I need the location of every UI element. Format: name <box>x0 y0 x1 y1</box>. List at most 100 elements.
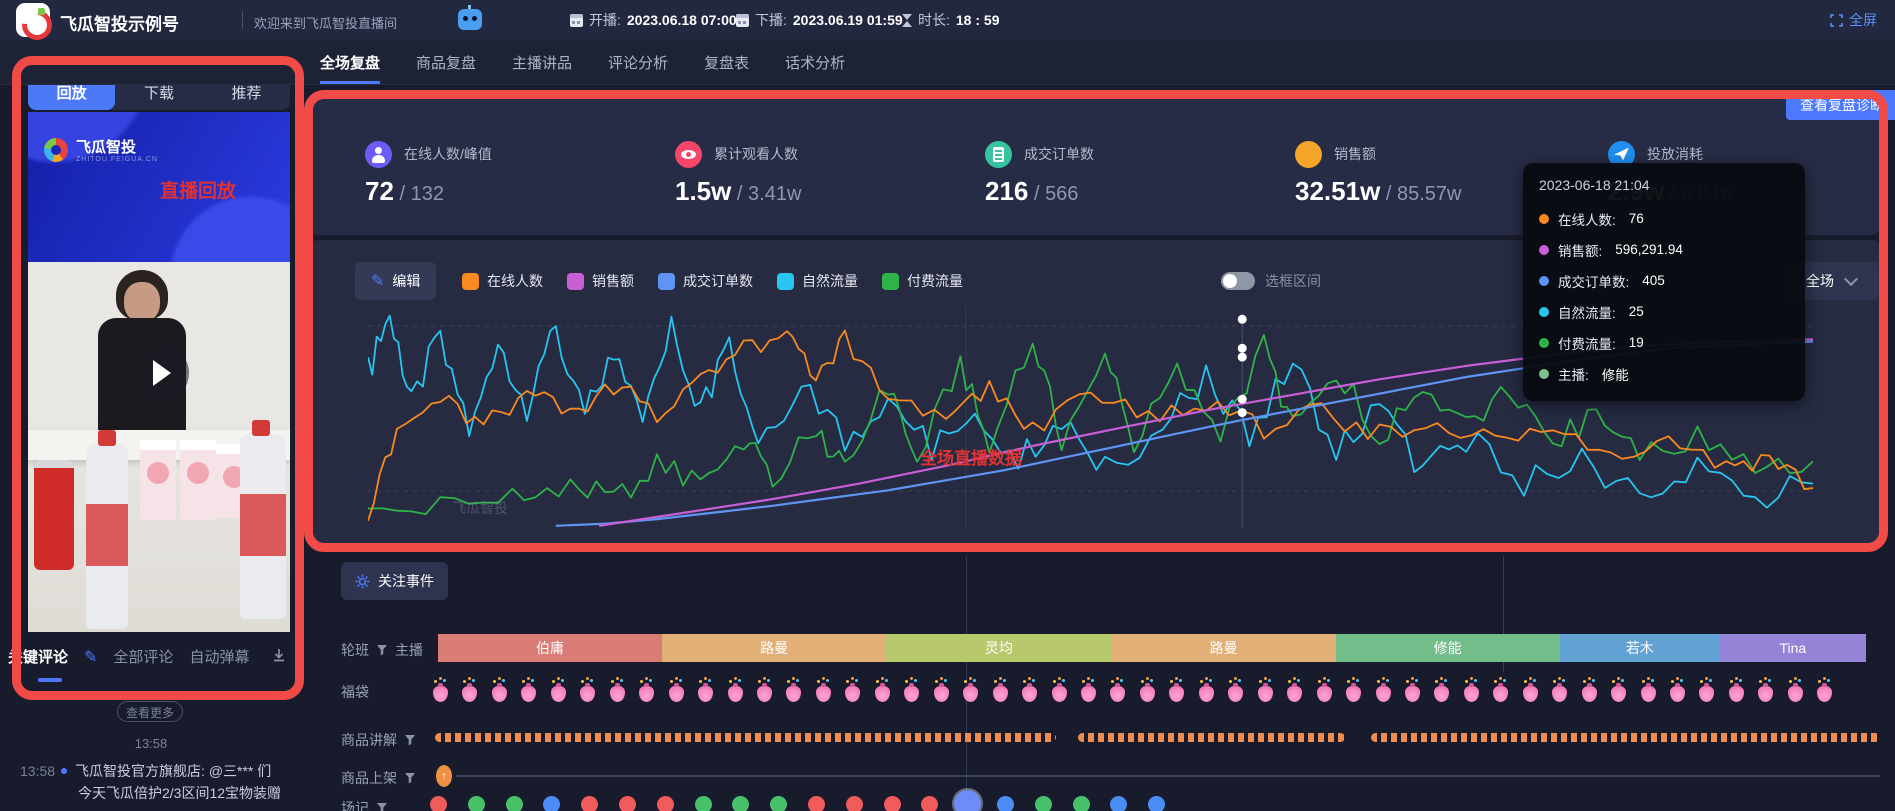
lucky-bag-icon[interactable] <box>1582 686 1597 702</box>
lucky-bag-icon[interactable] <box>1464 686 1479 702</box>
lucky-bag-icon[interactable] <box>1081 686 1096 702</box>
mark-dot[interactable] <box>468 796 485 811</box>
lucky-bag-icon[interactable] <box>580 686 595 702</box>
mark-dot[interactable] <box>884 796 901 811</box>
mark-dot[interactable] <box>430 796 447 811</box>
lucky-bag-icon[interactable] <box>1611 686 1626 702</box>
tab-复盘表[interactable]: 复盘表 <box>704 40 749 84</box>
lucky-bag-icon[interactable] <box>639 686 654 702</box>
brush-toggle[interactable] <box>1221 272 1255 290</box>
mark-dot[interactable] <box>770 796 787 811</box>
comment-tab-1[interactable]: 全部评论 <box>113 646 173 667</box>
shift-segment-修能[interactable]: 修能 <box>1336 634 1560 662</box>
shelf-event-marker[interactable]: ↑ <box>436 765 452 787</box>
mark-dot[interactable] <box>581 796 598 811</box>
comment-tab-2[interactable]: 自动弹幕 <box>189 646 249 667</box>
lucky-bag-icon[interactable] <box>1376 686 1391 702</box>
lucky-bag-icon[interactable] <box>521 686 536 702</box>
lucky-bag-icon[interactable] <box>904 686 919 702</box>
mark-dot[interactable] <box>846 796 863 811</box>
tab-商品复盘[interactable]: 商品复盘 <box>416 40 476 84</box>
lucky-bag-icon[interactable] <box>1228 686 1243 702</box>
follow-events-button[interactable]: 关注事件 <box>341 562 448 600</box>
lucky-bag-icon[interactable] <box>934 686 949 702</box>
tab-全场复盘[interactable]: 全场复盘 <box>320 40 380 84</box>
shift-segment-Tina[interactable]: Tina <box>1720 634 1866 662</box>
explain-segment[interactable] <box>1371 733 1880 742</box>
legend-item-在线人数[interactable]: 在线人数 <box>462 271 543 291</box>
lucky-bag-icon[interactable] <box>1434 686 1449 702</box>
shift-segment-若木[interactable]: 若木 <box>1560 634 1720 662</box>
diagnose-button[interactable]: 查看复盘诊断 <box>1786 90 1895 120</box>
lucky-bag-icon[interactable] <box>698 686 713 702</box>
lucky-bag-icon[interactable] <box>993 686 1008 702</box>
mark-dot[interactable] <box>1110 796 1127 811</box>
explain-segment[interactable] <box>1078 733 1345 742</box>
lucky-bag-icon[interactable] <box>1788 686 1803 702</box>
lucky-bag-icon[interactable] <box>786 686 801 702</box>
lucky-bag-icon[interactable] <box>757 686 772 702</box>
lucky-bag-icon[interactable] <box>1758 686 1773 702</box>
mark-dot[interactable] <box>954 790 981 811</box>
lucky-bag-icon[interactable] <box>492 686 507 702</box>
mark-dot[interactable] <box>997 796 1014 811</box>
lucky-bag-icon[interactable] <box>1552 686 1567 702</box>
mark-dot[interactable] <box>657 796 674 811</box>
lucky-bag-icon[interactable] <box>1405 686 1420 702</box>
explain-segment[interactable] <box>435 733 1056 742</box>
mark-dot[interactable] <box>732 796 749 811</box>
mark-dot[interactable] <box>543 796 560 811</box>
shift-segment-路曼[interactable]: 路曼 <box>662 634 886 662</box>
tab-话术分析[interactable]: 话术分析 <box>785 40 845 84</box>
lucky-bag-icon[interactable] <box>1169 686 1184 702</box>
shift-segment-路曼[interactable]: 路曼 <box>1112 634 1336 662</box>
fullscreen-button[interactable]: 全屏 <box>1830 10 1877 30</box>
mark-dot[interactable] <box>1073 796 1090 811</box>
lucky-bag-icon[interactable] <box>1699 686 1714 702</box>
lucky-bag-icon[interactable] <box>610 686 625 702</box>
comment-item[interactable]: 13:58飞瓜智投官方旗舰店: @三*** 们 今天飞瓜倍护2/3区间12宝物装… <box>20 760 296 804</box>
comment-tab-0[interactable]: 关键评论 <box>8 646 68 667</box>
live-replay-player[interactable]: 飞瓜智投 ZHITOU.FEIGUA.CN <box>28 112 290 632</box>
filter-icon[interactable] <box>404 772 416 784</box>
mark-dot[interactable] <box>1148 796 1165 811</box>
play-button[interactable] <box>131 344 189 402</box>
tab-主播讲品[interactable]: 主播讲品 <box>512 40 572 84</box>
lucky-bag-icon[interactable] <box>1140 686 1155 702</box>
lucky-bag-icon[interactable] <box>1287 686 1302 702</box>
lucky-bag-icon[interactable] <box>1817 686 1832 702</box>
mark-dot[interactable] <box>619 796 636 811</box>
legend-item-自然流量[interactable]: 自然流量 <box>777 271 858 291</box>
tab-评论分析[interactable]: 评论分析 <box>608 40 668 84</box>
lucky-bag-icon[interactable] <box>1493 686 1508 702</box>
lucky-bag-icon[interactable] <box>728 686 743 702</box>
lucky-bag-icon[interactable] <box>1258 686 1273 702</box>
lucky-bag-icon[interactable] <box>1346 686 1361 702</box>
shift-segment-灵均[interactable]: 灵均 <box>886 634 1111 662</box>
legend-item-成交订单数[interactable]: 成交订单数 <box>658 271 753 291</box>
mark-dot[interactable] <box>695 796 712 811</box>
filter-icon[interactable] <box>404 734 416 746</box>
lucky-bag-icon[interactable] <box>1729 686 1744 702</box>
mark-dot[interactable] <box>808 796 825 811</box>
mark-dot[interactable] <box>1035 796 1052 811</box>
lucky-bag-icon[interactable] <box>845 686 860 702</box>
legend-item-付费流量[interactable]: 付费流量 <box>882 271 963 291</box>
shift-segment-伯庸[interactable]: 伯庸 <box>438 634 662 662</box>
lucky-bag-icon[interactable] <box>1052 686 1067 702</box>
filter-icon[interactable] <box>376 644 388 656</box>
lucky-bag-icon[interactable] <box>1670 686 1685 702</box>
lucky-bag-icon[interactable] <box>1523 686 1538 702</box>
lucky-bag-icon[interactable] <box>1317 686 1332 702</box>
mark-dot[interactable] <box>506 796 523 811</box>
lucky-bag-icon[interactable] <box>875 686 890 702</box>
lucky-bag-icon[interactable] <box>1199 686 1214 702</box>
edit-button[interactable]: ✎ 编辑 <box>355 262 436 300</box>
lucky-bag-icon[interactable] <box>1110 686 1125 702</box>
robot-icon[interactable] <box>458 9 482 30</box>
lucky-bag-icon[interactable] <box>816 686 831 702</box>
lucky-bag-icon[interactable] <box>462 686 477 702</box>
lucky-bag-icon[interactable] <box>1022 686 1037 702</box>
filter-icon[interactable] <box>376 802 388 811</box>
mark-dot[interactable] <box>921 796 938 811</box>
